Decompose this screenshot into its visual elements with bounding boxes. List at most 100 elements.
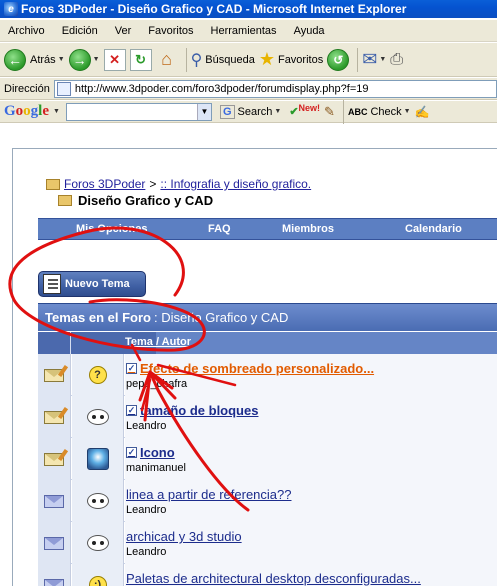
menu-ayuda[interactable]: Ayuda bbox=[294, 25, 325, 37]
thread-status-cell bbox=[38, 564, 71, 586]
google-search-button[interactable]: G Search ▼ bbox=[219, 104, 281, 119]
smiley-icon: :) bbox=[88, 576, 107, 586]
menu-bar: Archivo Edición Ver Favoritos Herramient… bbox=[0, 20, 497, 42]
thread-author[interactable]: Leandro bbox=[126, 504, 166, 516]
thread-title-text: Paletas de architectural desktop desconf… bbox=[126, 571, 421, 586]
spell-check-button[interactable]: ABC Check ▼ bbox=[348, 106, 411, 118]
thread-title-cell: Paletas de architectural desktop desconf… bbox=[125, 564, 497, 586]
nav-mis-opciones[interactable]: Mis Opciones bbox=[76, 223, 148, 235]
thread-icon-cell bbox=[72, 396, 124, 438]
back-dropdown-icon[interactable]: ▼ bbox=[58, 56, 65, 63]
mail-dropdown-icon[interactable]: ▼ bbox=[379, 56, 386, 63]
mail-button[interactable]: ✉ ▼ bbox=[362, 49, 386, 70]
open-folder-icon bbox=[58, 195, 72, 206]
page-title: Diseño Grafico y CAD bbox=[78, 193, 214, 208]
star-icon: ★ bbox=[258, 49, 275, 69]
thread-status-cell bbox=[38, 480, 71, 522]
google-menu-dropdown-icon[interactable]: ▼ bbox=[53, 108, 60, 115]
envelope-icon bbox=[44, 494, 64, 508]
breadcrumb-root-link[interactable]: Foros 3DPoder bbox=[64, 177, 145, 191]
thread-title-cell: ✓ Efecto de sombreado personalizado... pe… bbox=[125, 354, 497, 396]
new-topic-label: Nuevo Tema bbox=[65, 278, 130, 290]
thread-icon-cell: ? bbox=[72, 354, 124, 396]
thread-title-cell: ✓ Icono manimanuel bbox=[125, 438, 497, 480]
google-g-icon: G bbox=[219, 104, 235, 119]
menu-archivo[interactable]: Archivo bbox=[8, 25, 45, 37]
address-field[interactable]: http://www.3dpoder.com/foro3dpoder/forum… bbox=[53, 79, 497, 98]
nav-calendario[interactable]: Calendario bbox=[405, 223, 462, 235]
menu-edicion[interactable]: Edición bbox=[62, 25, 98, 37]
breadcrumb-current: Diseño Grafico y CAD bbox=[58, 193, 213, 208]
toolbar-separator bbox=[342, 99, 344, 124]
printer-icon: ⎙ bbox=[390, 50, 404, 68]
thread-author[interactable]: pepe_chafra bbox=[126, 378, 187, 390]
back-arrow-icon: ← bbox=[4, 48, 26, 71]
favorites-button[interactable]: ★ Favoritos bbox=[259, 49, 323, 70]
thread-title-link[interactable]: linea a partir de referencia?? bbox=[126, 487, 292, 502]
google-search-dropdown-icon[interactable]: ▼ bbox=[196, 103, 211, 120]
forward-dropdown-icon[interactable]: ▼ bbox=[93, 56, 100, 63]
history-button[interactable]: ↺ bbox=[327, 48, 350, 71]
checkmark-icon: ✓ bbox=[126, 363, 137, 374]
breadcrumb-separator: > bbox=[149, 177, 157, 191]
checkmark-icon: ✓ bbox=[126, 447, 137, 458]
autofill-button[interactable]: ✍ bbox=[415, 105, 430, 119]
forward-arrow-icon: → bbox=[68, 48, 91, 71]
envelope-icon bbox=[44, 578, 64, 586]
google-search-input[interactable]: ▼ bbox=[65, 102, 212, 121]
thread-column-header: Tema / Autor bbox=[38, 332, 497, 354]
envelope-icon bbox=[44, 536, 64, 550]
window-title: Foros 3DPoder - Diseño Grafico y CAD - M… bbox=[21, 2, 407, 16]
thread-title-text: tamaño de bloques bbox=[140, 403, 259, 418]
new-topic-button[interactable]: Nuevo Tema bbox=[38, 271, 146, 297]
refresh-button[interactable]: ↻ bbox=[129, 48, 152, 71]
address-label: Dirección bbox=[4, 82, 50, 95]
print-button[interactable]: ⎙ bbox=[390, 51, 403, 69]
menu-herramientas[interactable]: Herramientas bbox=[211, 25, 277, 37]
thread-author[interactable]: Leandro bbox=[126, 546, 166, 558]
search-button[interactable]: ⚲ Búsqueda bbox=[191, 50, 255, 70]
thread-title-link[interactable]: ✓ Efecto de sombreado personalizado... bbox=[126, 361, 374, 376]
status-column-header bbox=[38, 332, 71, 354]
forward-button[interactable]: → ▼ bbox=[68, 48, 100, 71]
home-button[interactable]: ⌂ bbox=[156, 49, 178, 71]
thread-author[interactable]: manimanuel bbox=[126, 462, 186, 474]
toolbar-separator bbox=[185, 47, 187, 72]
thread-title-link[interactable]: ✓ Icono bbox=[126, 445, 175, 460]
search-label: Búsqueda bbox=[205, 53, 255, 66]
thread-title-link[interactable]: ✓ tamaño de bloques bbox=[126, 403, 258, 418]
toolbar-separator bbox=[357, 47, 359, 72]
thread-title-link[interactable]: Paletas de architectural desktop desconf… bbox=[126, 571, 421, 586]
topic-author-sort-link[interactable]: Tema / Autor bbox=[125, 336, 191, 348]
google-options-button[interactable]: ✎ bbox=[324, 104, 335, 120]
thread-author[interactable]: Leandro bbox=[126, 420, 166, 432]
thread-title-text: Icono bbox=[140, 445, 175, 460]
thread-title-link[interactable]: archicad y 3d studio bbox=[126, 529, 242, 544]
menu-favoritos[interactable]: Favoritos bbox=[148, 25, 193, 37]
nav-miembros[interactable]: Miembros bbox=[282, 223, 334, 235]
checkmark-icon: ✓ bbox=[126, 405, 137, 416]
thread-row: ? ✓ Efecto de sombreado personalizado... … bbox=[38, 354, 497, 396]
stop-button[interactable]: ✕ bbox=[103, 48, 126, 71]
options-icon: ✎ bbox=[324, 103, 335, 119]
google-search-dropdown-icon[interactable]: ▼ bbox=[274, 108, 281, 115]
thread-row: ✓ Icono manimanuel bbox=[38, 438, 497, 480]
window-title-bar: e Foros 3DPoder - Diseño Grafico y CAD -… bbox=[0, 0, 497, 18]
speech-bubble-icon bbox=[86, 493, 109, 509]
thread-title-cell: linea a partir de referencia?? Leandro bbox=[125, 480, 497, 522]
google-popup-blocker-button[interactable]: ✔ New! bbox=[289, 103, 320, 119]
thread-status-cell bbox=[38, 438, 71, 480]
breadcrumb-parent-link[interactable]: :: Infografia y diseño grafico. bbox=[160, 177, 311, 191]
forum-nav-bar: Mis Opciones FAQ Miembros Calendario bbox=[38, 218, 497, 240]
spell-check-dropdown-icon[interactable]: ▼ bbox=[404, 108, 411, 115]
menu-ver[interactable]: Ver bbox=[115, 25, 132, 37]
back-label: Atrás bbox=[30, 53, 56, 66]
google-logo[interactable]: Google bbox=[4, 103, 49, 120]
back-button[interactable]: ← Atrás ▼ bbox=[4, 48, 65, 71]
thread-row: linea a partir de referencia?? Leandro bbox=[38, 480, 497, 522]
thread-icon-cell: :) bbox=[72, 564, 124, 586]
thread-title-cell: ✓ tamaño de bloques Leandro bbox=[125, 396, 497, 438]
nav-faq[interactable]: FAQ bbox=[208, 223, 231, 235]
standard-toolbar: ← Atrás ▼ → ▼ ✕ ↻ ⌂ ⚲ Búsqueda ★ Favorit… bbox=[0, 43, 497, 77]
spellcheck-icon: ABC bbox=[347, 106, 368, 117]
